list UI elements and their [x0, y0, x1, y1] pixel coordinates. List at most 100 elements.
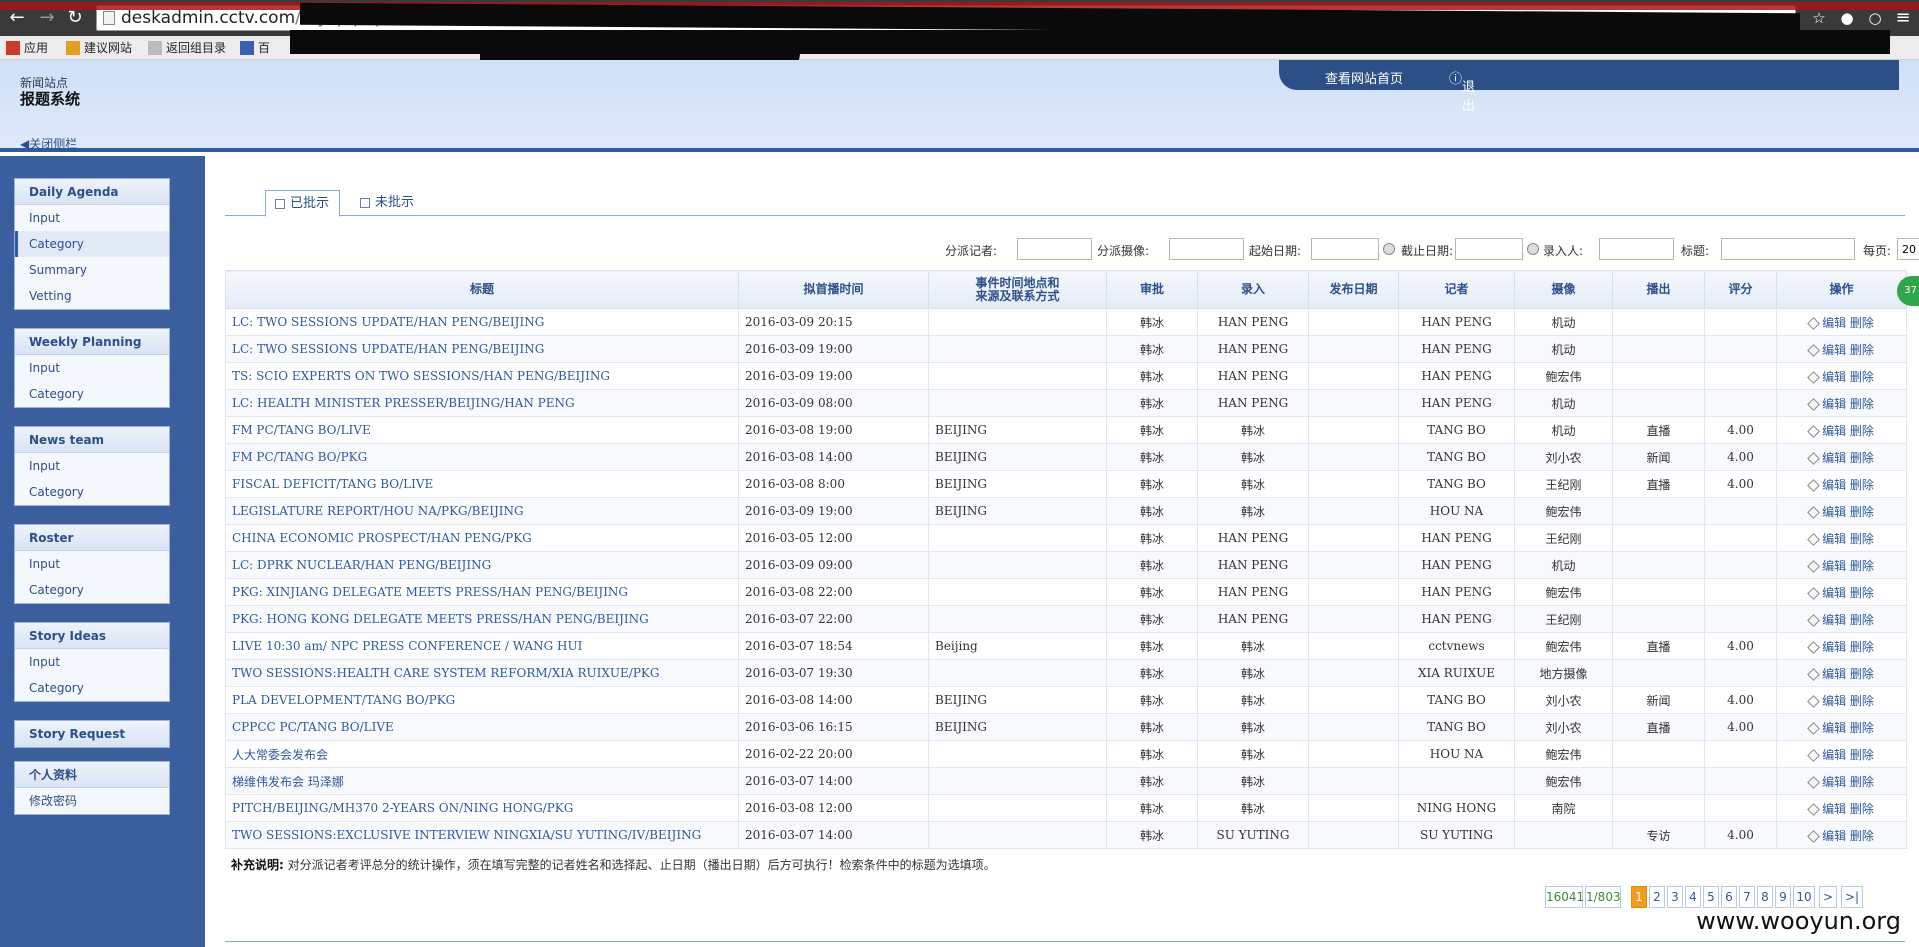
edit-link[interactable]: 编辑 [1822, 451, 1846, 465]
story-title-link[interactable]: TWO SESSIONS:EXCLUSIVE INTERVIEW NINGXIA… [232, 828, 701, 842]
sidebar-item-category[interactable]: Category [15, 479, 169, 505]
story-title-link[interactable]: LC: DPRK NUCLEAR/HAN PENG/BEIJING [232, 558, 491, 572]
edit-link[interactable]: 编辑 [1822, 721, 1846, 735]
page-link[interactable]: 4 [1685, 886, 1701, 908]
calendar-icon[interactable] [1383, 243, 1395, 255]
story-title-link[interactable]: FISCAL DEFICIT/TANG BO/LIVE [232, 477, 433, 491]
camera-input[interactable] [1169, 238, 1244, 260]
delete-link[interactable]: 删除 [1850, 343, 1874, 357]
edit-link[interactable]: 编辑 [1822, 667, 1846, 681]
tab-approved[interactable]: 已批示 [265, 190, 341, 217]
delete-link[interactable]: 删除 [1850, 748, 1874, 762]
delete-link[interactable]: 删除 [1850, 451, 1874, 465]
sidebar-item-category[interactable]: Category [15, 675, 169, 701]
floating-badge[interactable]: 37 [1897, 276, 1919, 306]
logout-link[interactable]: ⓘ 退出 [1449, 68, 1475, 114]
page-1-current[interactable]: 1 [1631, 886, 1647, 908]
title-filter-input[interactable] [1721, 238, 1855, 260]
menu-group-title[interactable]: Weekly Planning [15, 329, 169, 355]
page-link[interactable]: 2 [1649, 886, 1665, 908]
page-link[interactable]: 10 [1793, 886, 1815, 908]
sidebar-item-input[interactable]: Input [15, 649, 169, 675]
next-page-button[interactable]: > [1819, 886, 1837, 908]
bookmark-suggested[interactable]: 建议网站 [66, 40, 132, 56]
story-title-link[interactable]: TS: SCIO EXPERTS ON TWO SESSIONS/HAN PEN… [232, 369, 610, 383]
sidebar-item-category[interactable]: Category [15, 231, 169, 257]
story-title-link[interactable]: TWO SESSIONS:HEALTH CARE SYSTEM REFORM/X… [232, 666, 659, 680]
edit-link[interactable]: 编辑 [1822, 478, 1846, 492]
delete-link[interactable]: 删除 [1850, 586, 1874, 600]
edit-link[interactable]: 编辑 [1822, 505, 1846, 519]
story-title-link[interactable]: PLA DEVELOPMENT/TANG BO/PKG [232, 693, 455, 707]
sidebar-item-input[interactable]: Input [15, 205, 169, 231]
delete-link[interactable]: 删除 [1850, 667, 1874, 681]
collapse-sidebar-link[interactable]: ◀关闭侧栏 [20, 135, 77, 152]
sidebar-item-input[interactable]: Input [15, 551, 169, 577]
delete-link[interactable]: 删除 [1850, 613, 1874, 627]
story-title-link[interactable]: LC: TWO SESSIONS UPDATE/HAN PENG/BEIJING [232, 315, 544, 329]
delete-link[interactable]: 删除 [1850, 505, 1874, 519]
page-link[interactable]: 6 [1721, 886, 1737, 908]
per-page-input[interactable] [1897, 238, 1919, 260]
menu-group-title[interactable]: Daily Agenda [15, 179, 169, 205]
delete-link[interactable]: 删除 [1850, 775, 1874, 789]
story-title-link[interactable]: CPPCC PC/TANG BO/LIVE [232, 720, 394, 734]
bookmark-baidu[interactable]: 百 [240, 40, 270, 56]
sidebar-item-input[interactable]: Input [15, 355, 169, 381]
sidebar-item-vetting[interactable]: Vetting [15, 283, 169, 309]
extension-icon[interactable]: ● [1836, 7, 1858, 29]
delete-link[interactable]: 删除 [1850, 829, 1874, 843]
delete-link[interactable]: 删除 [1850, 424, 1874, 438]
edit-link[interactable]: 编辑 [1822, 613, 1846, 627]
delete-link[interactable]: 删除 [1850, 640, 1874, 654]
sidebar-item-category[interactable]: Category [15, 381, 169, 407]
menu-group-title[interactable]: Roster [15, 525, 169, 551]
story-title-link[interactable]: PKG: HONG KONG DELEGATE MEETS PRESS/HAN … [232, 612, 649, 626]
story-title-link[interactable]: 梯维伟发布会 玛泽娜 [232, 775, 344, 789]
tab-unapproved[interactable]: 未批示 [351, 190, 424, 217]
edit-link[interactable]: 编辑 [1822, 829, 1846, 843]
page-link[interactable]: 8 [1757, 886, 1773, 908]
menu-group-title[interactable]: News team [15, 427, 169, 453]
end-date-input[interactable] [1455, 238, 1523, 260]
edit-link[interactable]: 编辑 [1822, 802, 1846, 816]
sidebar-item-summary[interactable]: Summary [15, 257, 169, 283]
sidebar-item-category[interactable]: Category [15, 577, 169, 603]
delete-link[interactable]: 删除 [1850, 316, 1874, 330]
menu-icon[interactable]: ≡ [1892, 7, 1914, 29]
entry-person-input[interactable] [1599, 238, 1674, 260]
story-title-link[interactable]: LIVE 10:30 am/ NPC PRESS CONFERENCE / WA… [232, 639, 582, 653]
menu-group-title[interactable]: Story Request [15, 721, 169, 747]
edit-link[interactable]: 编辑 [1822, 586, 1846, 600]
story-title-link[interactable]: PKG: XINJIANG DELEGATE MEETS PRESS/HAN P… [232, 585, 628, 599]
story-title-link[interactable]: LC: TWO SESSIONS UPDATE/HAN PENG/BEIJING [232, 342, 544, 356]
delete-link[interactable]: 删除 [1850, 721, 1874, 735]
edit-link[interactable]: 编辑 [1822, 694, 1846, 708]
star-icon[interactable]: ☆ [1808, 7, 1830, 29]
reporter-input[interactable] [1017, 238, 1092, 260]
story-title-link[interactable]: LC: HEALTH MINISTER PRESSER/BEIJING/HAN … [232, 396, 575, 410]
page-link[interactable]: 7 [1739, 886, 1755, 908]
edit-link[interactable]: 编辑 [1822, 397, 1846, 411]
page-link[interactable]: 5 [1703, 886, 1719, 908]
delete-link[interactable]: 删除 [1850, 694, 1874, 708]
last-page-button[interactable]: >| [1841, 886, 1863, 908]
delete-link[interactable]: 删除 [1850, 532, 1874, 546]
story-title-link[interactable]: FM PC/TANG BO/LIVE [232, 423, 371, 437]
bookmark-group-dir[interactable]: 返回组目录 [148, 40, 226, 56]
start-date-input[interactable] [1311, 238, 1379, 260]
edit-link[interactable]: 编辑 [1822, 748, 1846, 762]
story-title-link[interactable]: FM PC/TANG BO/PKG [232, 450, 367, 464]
edit-link[interactable]: 编辑 [1822, 424, 1846, 438]
view-site-link[interactable]: 查看网站首页 [1325, 68, 1403, 87]
extension-icon[interactable]: ○ [1864, 7, 1886, 29]
edit-link[interactable]: 编辑 [1822, 343, 1846, 357]
edit-link[interactable]: 编辑 [1822, 775, 1846, 789]
edit-link[interactable]: 编辑 [1822, 532, 1846, 546]
edit-link[interactable]: 编辑 [1822, 640, 1846, 654]
edit-link[interactable]: 编辑 [1822, 370, 1846, 384]
calendar-icon[interactable] [1527, 243, 1539, 255]
forward-icon[interactable]: → [36, 7, 58, 29]
delete-link[interactable]: 删除 [1850, 397, 1874, 411]
story-title-link[interactable]: CHINA ECONOMIC PROSPECT/HAN PENG/PKG [232, 531, 532, 545]
